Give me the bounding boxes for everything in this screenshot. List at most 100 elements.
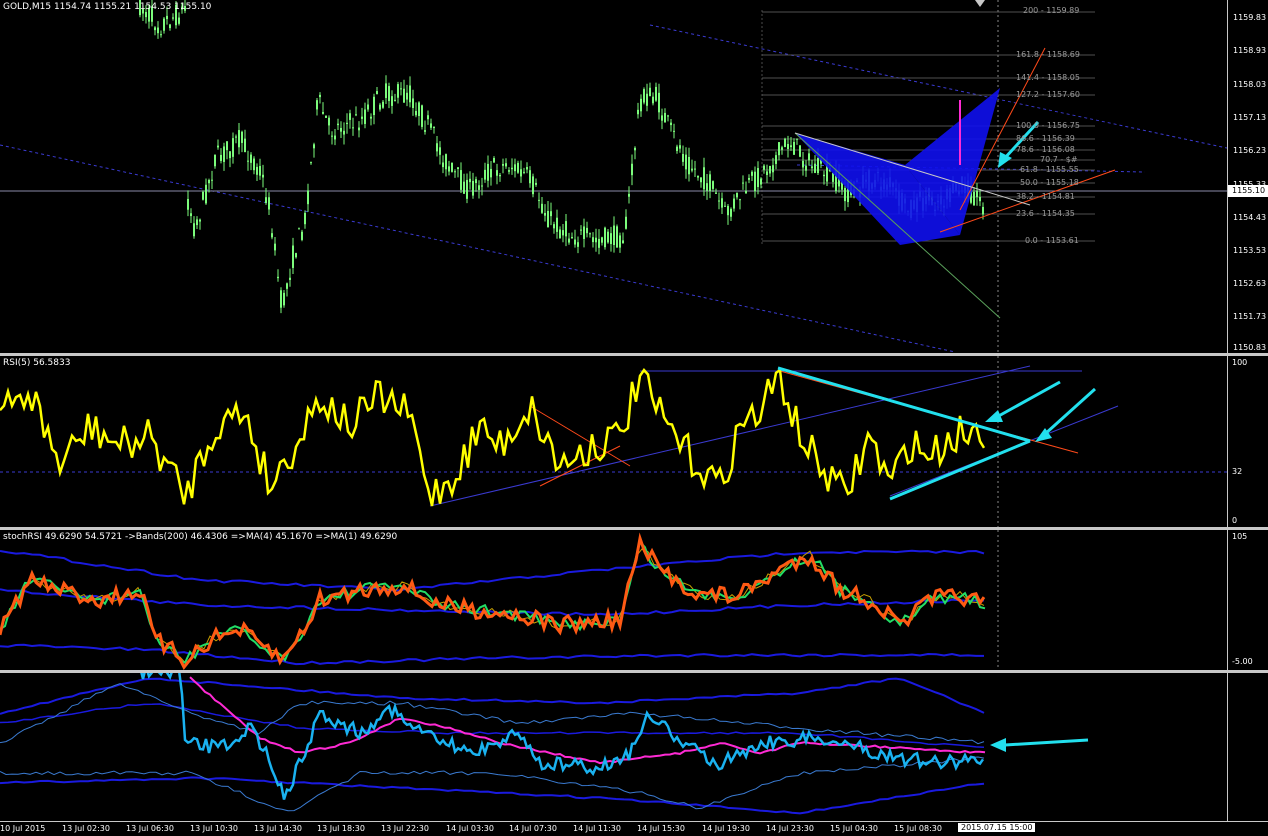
candle-body xyxy=(454,171,456,173)
candle-body xyxy=(556,217,558,232)
candle-body xyxy=(709,174,711,192)
price-label: 1150.83 xyxy=(1233,343,1267,352)
fib-label: 86.6 - 1156.39 xyxy=(1016,134,1075,143)
candle-body xyxy=(580,229,582,231)
fib-label: 78.6 - 1156.08 xyxy=(1016,145,1075,154)
shift-marker xyxy=(975,0,985,7)
pane-separator[interactable] xyxy=(0,670,1268,673)
candle-body xyxy=(502,164,504,166)
band-upper xyxy=(0,677,985,715)
candle-body xyxy=(583,226,585,239)
candle-body xyxy=(685,154,687,170)
candle-body xyxy=(766,171,768,175)
stoch-main-line xyxy=(0,532,986,670)
candle-body xyxy=(232,138,234,157)
candle-body xyxy=(358,127,360,131)
candle-body xyxy=(157,27,159,34)
price-label: 1152.63 xyxy=(1233,279,1267,288)
time-axis[interactable]: 10 Jul 2015 13 Jul 02:30 13 Jul 06:30 13… xyxy=(0,821,1268,836)
candle-body xyxy=(697,175,699,178)
stochrsi-axis[interactable] xyxy=(1227,530,1268,670)
fib-label: 161.8 - 1158.69 xyxy=(1016,50,1080,59)
candle-body xyxy=(718,200,720,202)
cyan-arrow-shaft xyxy=(1043,387,1097,436)
candle-body xyxy=(565,221,567,237)
rsi-axis[interactable] xyxy=(1227,356,1268,527)
pane-separator[interactable] xyxy=(0,353,1268,356)
pane-separator[interactable] xyxy=(0,527,1268,530)
candle-body xyxy=(193,223,195,237)
candle-body xyxy=(781,147,783,150)
candle-body xyxy=(742,182,744,184)
fib-label: 0.0 - 1153.61 xyxy=(1025,236,1079,245)
candle-body xyxy=(520,169,522,177)
candle-body xyxy=(973,191,975,206)
candle-body xyxy=(343,130,345,135)
candle-body xyxy=(523,171,525,173)
candle-body xyxy=(256,166,258,175)
cyan-arrow-shaft xyxy=(994,380,1061,420)
candle-body xyxy=(253,158,255,171)
stoch-lower-band xyxy=(0,643,984,666)
candle-body xyxy=(589,233,591,235)
candle-body xyxy=(415,110,417,116)
candle-body xyxy=(469,178,471,183)
candle-body xyxy=(313,144,315,149)
candle-body xyxy=(475,179,477,184)
candle-body xyxy=(529,170,531,184)
band-lower xyxy=(0,776,985,815)
price-label: 1156.23 xyxy=(1233,146,1267,155)
candle-body xyxy=(364,109,366,124)
candle-body xyxy=(226,141,228,151)
candle-body xyxy=(568,238,570,243)
candle-body xyxy=(817,157,819,174)
bands-pane[interactable] xyxy=(0,673,1227,821)
candle-body xyxy=(445,154,447,170)
candle-body xyxy=(727,205,729,216)
candle-body xyxy=(199,219,201,222)
candle-body xyxy=(793,141,795,155)
candle-body xyxy=(586,227,588,234)
candle-body xyxy=(310,162,312,164)
candle-body xyxy=(688,156,690,175)
candle-body xyxy=(811,166,813,169)
time-label: 14 Jul 11:30 xyxy=(573,824,621,833)
fib-label: 50.0 - 1155.18 xyxy=(1020,178,1079,187)
time-label: 13 Jul 06:30 xyxy=(126,824,174,833)
time-label: 14 Jul 23:30 xyxy=(766,824,814,833)
candle-body xyxy=(511,167,513,170)
candle-body xyxy=(208,179,210,184)
bands-axis[interactable] xyxy=(1227,673,1268,821)
rsi-canvas[interactable] xyxy=(0,356,1227,527)
cyan-arrow-head xyxy=(985,410,1003,422)
candle-body xyxy=(655,86,657,101)
candle-body xyxy=(715,192,717,194)
candle-body xyxy=(262,174,264,178)
candle-body xyxy=(541,203,543,213)
candle-body xyxy=(274,243,276,251)
fib-label: 200 - 1159.89 xyxy=(1023,6,1080,15)
candle-body xyxy=(571,236,573,239)
candle-body xyxy=(373,96,375,116)
stochrsi-pane[interactable]: stochRSI 49.6290 54.5721 ->Bands(200) 46… xyxy=(0,530,1227,670)
candle-body xyxy=(640,98,642,112)
candle-body xyxy=(625,216,627,229)
candle-body xyxy=(286,283,288,289)
time-label: 14 Jul 15:30 xyxy=(637,824,685,833)
candle-body xyxy=(748,177,750,180)
candle-body xyxy=(613,225,615,246)
stochrsi-canvas[interactable] xyxy=(0,530,1227,670)
candle-body xyxy=(595,237,597,243)
candle-body xyxy=(355,114,357,116)
candle-body xyxy=(490,168,492,178)
candle-body xyxy=(154,27,156,31)
rsi-pane[interactable]: RSI(5) 56.5833 xyxy=(0,356,1227,527)
bands-canvas[interactable] xyxy=(0,673,1227,821)
candle-body xyxy=(763,165,765,170)
candle-body xyxy=(145,12,147,18)
candle-body xyxy=(337,123,339,126)
candle-body xyxy=(340,127,342,132)
candle-body xyxy=(403,88,405,103)
time-label: 15 Jul 08:30 xyxy=(894,824,942,833)
candle-body xyxy=(823,174,825,177)
